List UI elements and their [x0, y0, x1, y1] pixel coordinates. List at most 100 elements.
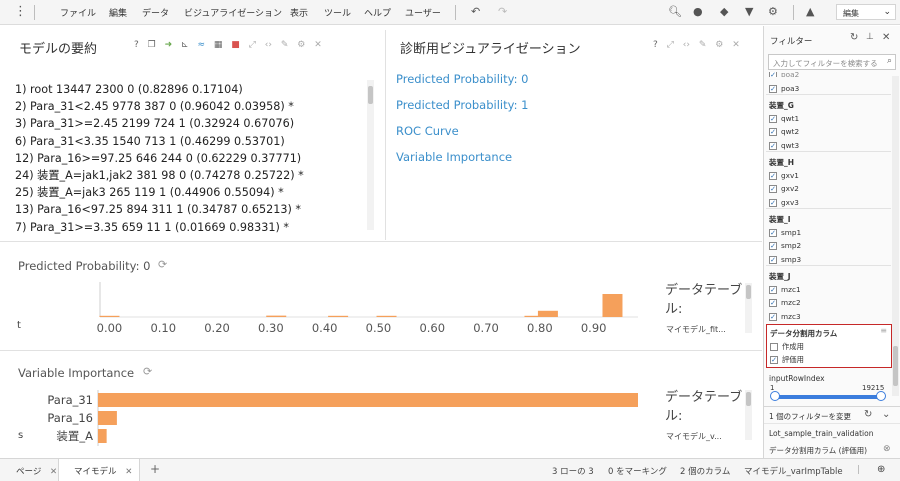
app-icon[interactable]: ■	[231, 40, 240, 50]
prob-legend-scrollbar[interactable]	[745, 283, 752, 333]
link-roc-curve[interactable]: ROC Curve	[396, 118, 528, 144]
menu-visualization[interactable]: ビジュアライゼーション	[184, 6, 282, 19]
checkbox[interactable]: ✓	[769, 241, 777, 250]
help-icon[interactable]: ?	[134, 40, 139, 50]
filter-item[interactable]: ✓ qwt1	[769, 114, 799, 123]
reset-icon[interactable]: ↻	[850, 32, 858, 43]
checkbox[interactable]: ✓	[769, 255, 777, 264]
summary-scrollbar[interactable]	[367, 80, 374, 230]
undo-icon[interactable]: ↶	[471, 5, 480, 19]
filter-item-partial[interactable]: ✓ poa2	[769, 72, 799, 77]
edit-icon[interactable]: ✎	[281, 40, 289, 50]
filter-scroll-thumb[interactable]	[893, 346, 898, 386]
checkbox[interactable]: ✓	[769, 228, 777, 237]
gear-icon[interactable]: ⚙	[768, 5, 778, 19]
link-predicted-prob-1[interactable]: Predicted Probability: 1	[396, 92, 528, 118]
range-slider-min-handle[interactable]	[770, 391, 780, 401]
checkbox[interactable]: ✓	[769, 198, 777, 207]
range-slider-max-handle[interactable]	[876, 391, 886, 401]
mode-select[interactable]: 編集 ⌄	[836, 4, 896, 20]
filter-item[interactable]: ✓ gxv3	[769, 198, 799, 207]
filter-item[interactable]: ✓ poa3	[769, 84, 799, 93]
menu-tools[interactable]: ツール	[324, 6, 351, 19]
status-table-name[interactable]: マイモデル_varImpTable	[744, 465, 843, 477]
menu-icon[interactable]: ≡	[880, 326, 887, 335]
bookmark-icon[interactable]: ◆	[720, 5, 728, 19]
notification-icon[interactable]: ▲	[806, 5, 814, 19]
filter-search-input[interactable]: 入力してフィルターを検索する ⌕	[768, 54, 896, 70]
expand-icon[interactable]: ⤢	[249, 40, 256, 50]
trend-icon[interactable]: ≈	[197, 40, 205, 50]
filter-item[interactable]: ✓ smp2	[769, 241, 801, 250]
settings-icon[interactable]: ⚙	[715, 40, 723, 50]
filter-item[interactable]: ✓ mzc1	[769, 285, 801, 294]
prob-legend-scroll-thumb[interactable]	[746, 285, 751, 299]
redo-icon[interactable]: ↷	[498, 5, 507, 19]
filter-icon[interactable]: ▼	[745, 5, 753, 19]
close-icon[interactable]: ✕	[882, 32, 890, 43]
varimp-legend-scrollbar[interactable]	[745, 390, 752, 440]
checkbox[interactable]: ✓	[769, 84, 777, 93]
menu-data[interactable]: データ	[142, 6, 169, 19]
link-variable-importance[interactable]: Variable Importance	[396, 144, 528, 170]
chevron-down-icon[interactable]: ⌄	[882, 409, 890, 420]
close-icon[interactable]: ✕	[50, 467, 57, 477]
copy-icon[interactable]: ❐	[148, 40, 156, 50]
close-icon[interactable]: ✕	[732, 40, 740, 50]
checkbox[interactable]: ✓	[769, 72, 777, 77]
checkbox[interactable]: ✓	[770, 356, 778, 364]
close-icon[interactable]: ✕	[125, 467, 132, 477]
globe-icon[interactable]: ⊕	[877, 464, 885, 475]
menu-user[interactable]: ユーザー	[405, 6, 441, 19]
filter-item[interactable]: ✓ 評価用	[770, 355, 804, 365]
menu-help[interactable]: ヘルプ	[364, 6, 391, 19]
filter-item[interactable]: ✓ mzc2	[769, 298, 801, 307]
checkbox[interactable]	[770, 343, 778, 351]
filter-item[interactable]: ✓ smp3	[769, 255, 801, 264]
chart-line-icon[interactable]: ⊾	[181, 40, 189, 50]
tab-my-model[interactable]: マイモデル ✕	[58, 459, 140, 481]
search-icon[interactable]: 🔍︎	[668, 5, 682, 19]
add-page-icon[interactable]: +	[150, 459, 160, 481]
filter-item[interactable]: ✓ gxv1	[769, 171, 799, 180]
checkbox[interactable]: ✓	[769, 298, 777, 307]
filter-item[interactable]: ✓ smp1	[769, 228, 801, 237]
refresh-icon[interactable]: ⟳	[143, 365, 152, 378]
checkbox[interactable]: ✓	[769, 127, 777, 136]
range-slider-track[interactable]	[773, 395, 883, 399]
filter-item[interactable]: ✓ qwt2	[769, 127, 799, 136]
filter-item[interactable]: 作成用	[770, 342, 804, 352]
help-icon[interactable]: ?	[653, 40, 658, 50]
export-icon[interactable]: ➜	[165, 40, 173, 50]
code-icon[interactable]: ‹›	[265, 40, 272, 50]
pin-icon[interactable]: ⊥	[866, 32, 874, 42]
checkbox[interactable]: ✓	[769, 312, 777, 321]
tab-page[interactable]: ページ ✕	[0, 459, 58, 481]
remove-filter-icon[interactable]: ⊗	[883, 444, 891, 454]
filter-item[interactable]: ✓ mzc3	[769, 312, 801, 321]
checkbox[interactable]: ✓	[769, 184, 777, 193]
refresh-icon[interactable]: ⟳	[158, 258, 167, 271]
checkbox[interactable]: ✓	[769, 114, 777, 123]
code-icon[interactable]: ‹›	[683, 40, 690, 50]
filter-item[interactable]: ✓ qwt3	[769, 141, 799, 150]
summary-scroll-thumb[interactable]	[368, 86, 373, 104]
expand-icon[interactable]: ⤢	[667, 40, 674, 50]
settings-icon[interactable]: ⚙	[297, 40, 305, 50]
checkbox[interactable]: ✓	[769, 171, 777, 180]
filter-scrollbar[interactable]	[892, 76, 899, 396]
menu-file[interactable]: ファイル	[60, 6, 96, 19]
varimp-legend-scroll-thumb[interactable]	[746, 392, 751, 406]
app-menu-icon[interactable]: ⋮	[14, 4, 27, 19]
calculator-icon[interactable]: ▦	[214, 40, 223, 50]
menu-edit[interactable]: 編集	[109, 6, 127, 19]
comment-icon[interactable]: ●	[693, 5, 703, 19]
edit-icon[interactable]: ✎	[699, 40, 707, 50]
menu-view[interactable]: 表示	[290, 6, 308, 19]
close-icon[interactable]: ✕	[314, 40, 322, 50]
filter-item[interactable]: ✓ gxv2	[769, 184, 799, 193]
reset-icon[interactable]: ↻	[864, 409, 872, 420]
checkbox[interactable]: ✓	[769, 141, 777, 150]
link-predicted-prob-0[interactable]: Predicted Probability: 0	[396, 66, 528, 92]
checkbox[interactable]: ✓	[769, 285, 777, 294]
